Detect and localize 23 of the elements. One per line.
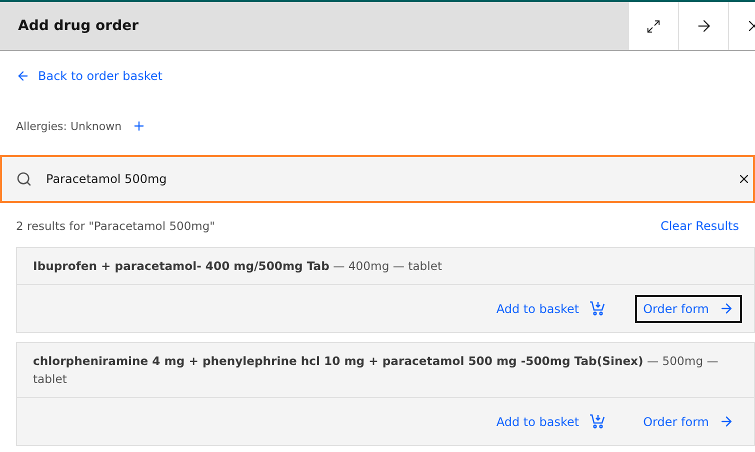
- search-bar[interactable]: Paracetamol 500mg: [0, 155, 755, 203]
- allergies-label: Allergies: Unknown: [16, 120, 122, 132]
- results-summary: 2 results for "Paracetamol 500mg": [16, 219, 215, 233]
- cart-icon: [589, 414, 606, 429]
- maximize-button[interactable]: [628, 2, 678, 50]
- search-field[interactable]: Paracetamol 500mg: [32, 172, 737, 186]
- cart-icon: [589, 301, 606, 316]
- drug-description: Ibuprofen + paracetamol- 400 mg/500mg Tab — 400mg — tablet: [17, 248, 754, 285]
- arrow-left-icon: [16, 69, 30, 83]
- clear-results-link[interactable]: Clear Results: [660, 219, 739, 233]
- add-to-basket-button[interactable]: Add to basket: [488, 294, 614, 322]
- add-to-basket-button[interactable]: Add to basket: [488, 408, 614, 436]
- order-form-button[interactable]: Order form: [635, 408, 742, 436]
- panel-title: Add drug order: [17, 17, 140, 36]
- maximize-icon: [646, 18, 661, 34]
- drug-description: chlorpheniramine 4 mg + phenylephrine hcl 10 mg + paracetamol 500 mg -500mg Tab(Sinex) — 500mg — tablet: [17, 343, 754, 398]
- search-icon: [16, 171, 32, 187]
- add-allergy-button[interactable]: [132, 119, 146, 133]
- back-link[interactable]: Back to order basket: [16, 69, 162, 83]
- forward-button[interactable]: [678, 2, 728, 50]
- order-form-button[interactable]: Order form: [635, 294, 742, 322]
- arrow-right-icon: [719, 414, 734, 429]
- arrow-right-icon: [719, 301, 734, 316]
